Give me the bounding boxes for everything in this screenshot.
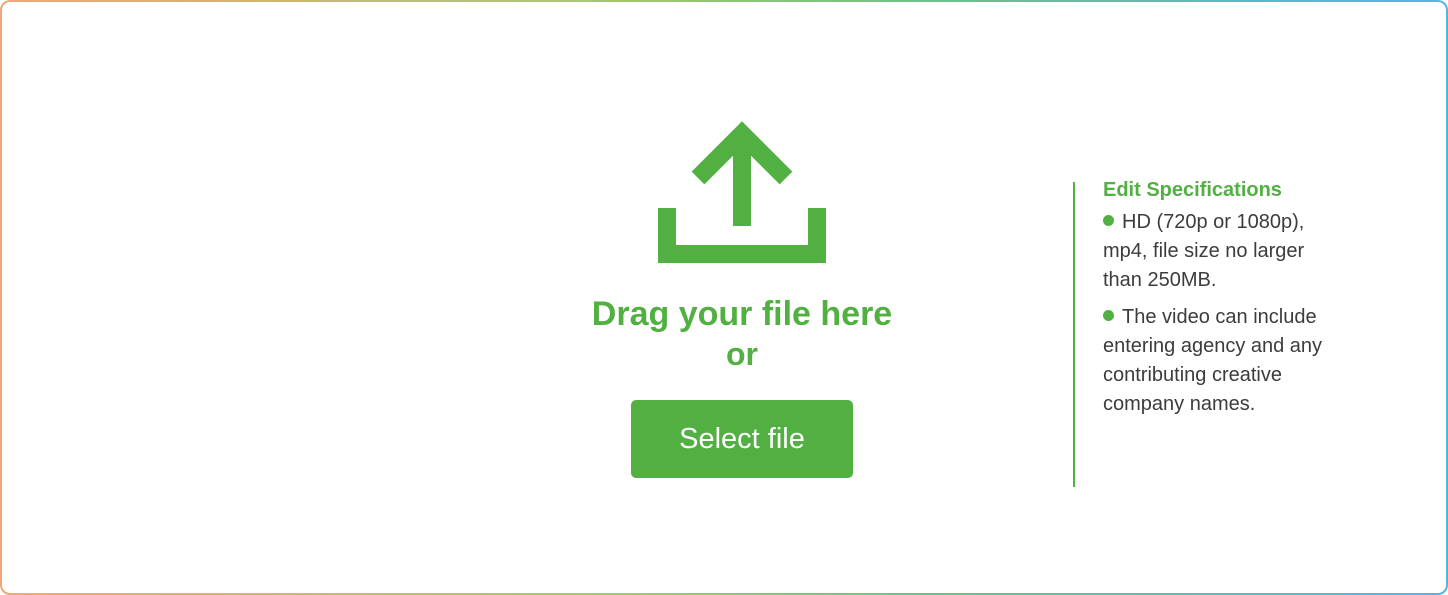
drag-file-text: Drag your file here [591,295,893,333]
bullet-icon [1103,215,1114,226]
file-dropzone[interactable]: Drag your file here or Select file [562,120,922,490]
upload-icon [658,121,826,263]
or-text: or [726,336,758,372]
bullet-icon [1103,310,1114,321]
specs-divider [1073,182,1075,487]
upload-panel-frame: Drag your file here or Select file Edit … [0,0,1448,595]
spec-item: HD (720p or 1080p), mp4, file size no la… [1103,208,1333,295]
specs-title: Edit Specifications [1103,179,1282,201]
spec-item-text: The video can include entering agency an… [1103,306,1323,415]
select-file-button[interactable]: Select file [631,400,853,478]
spec-item-text: HD (720p or 1080p), mp4, file size no la… [1103,211,1305,291]
spec-item: The video can include entering agency an… [1103,303,1333,419]
upload-panel: Drag your file here or Select file Edit … [2,2,1446,593]
edit-specifications: Edit Specifications HD (720p or 1080p), … [1103,178,1333,427]
